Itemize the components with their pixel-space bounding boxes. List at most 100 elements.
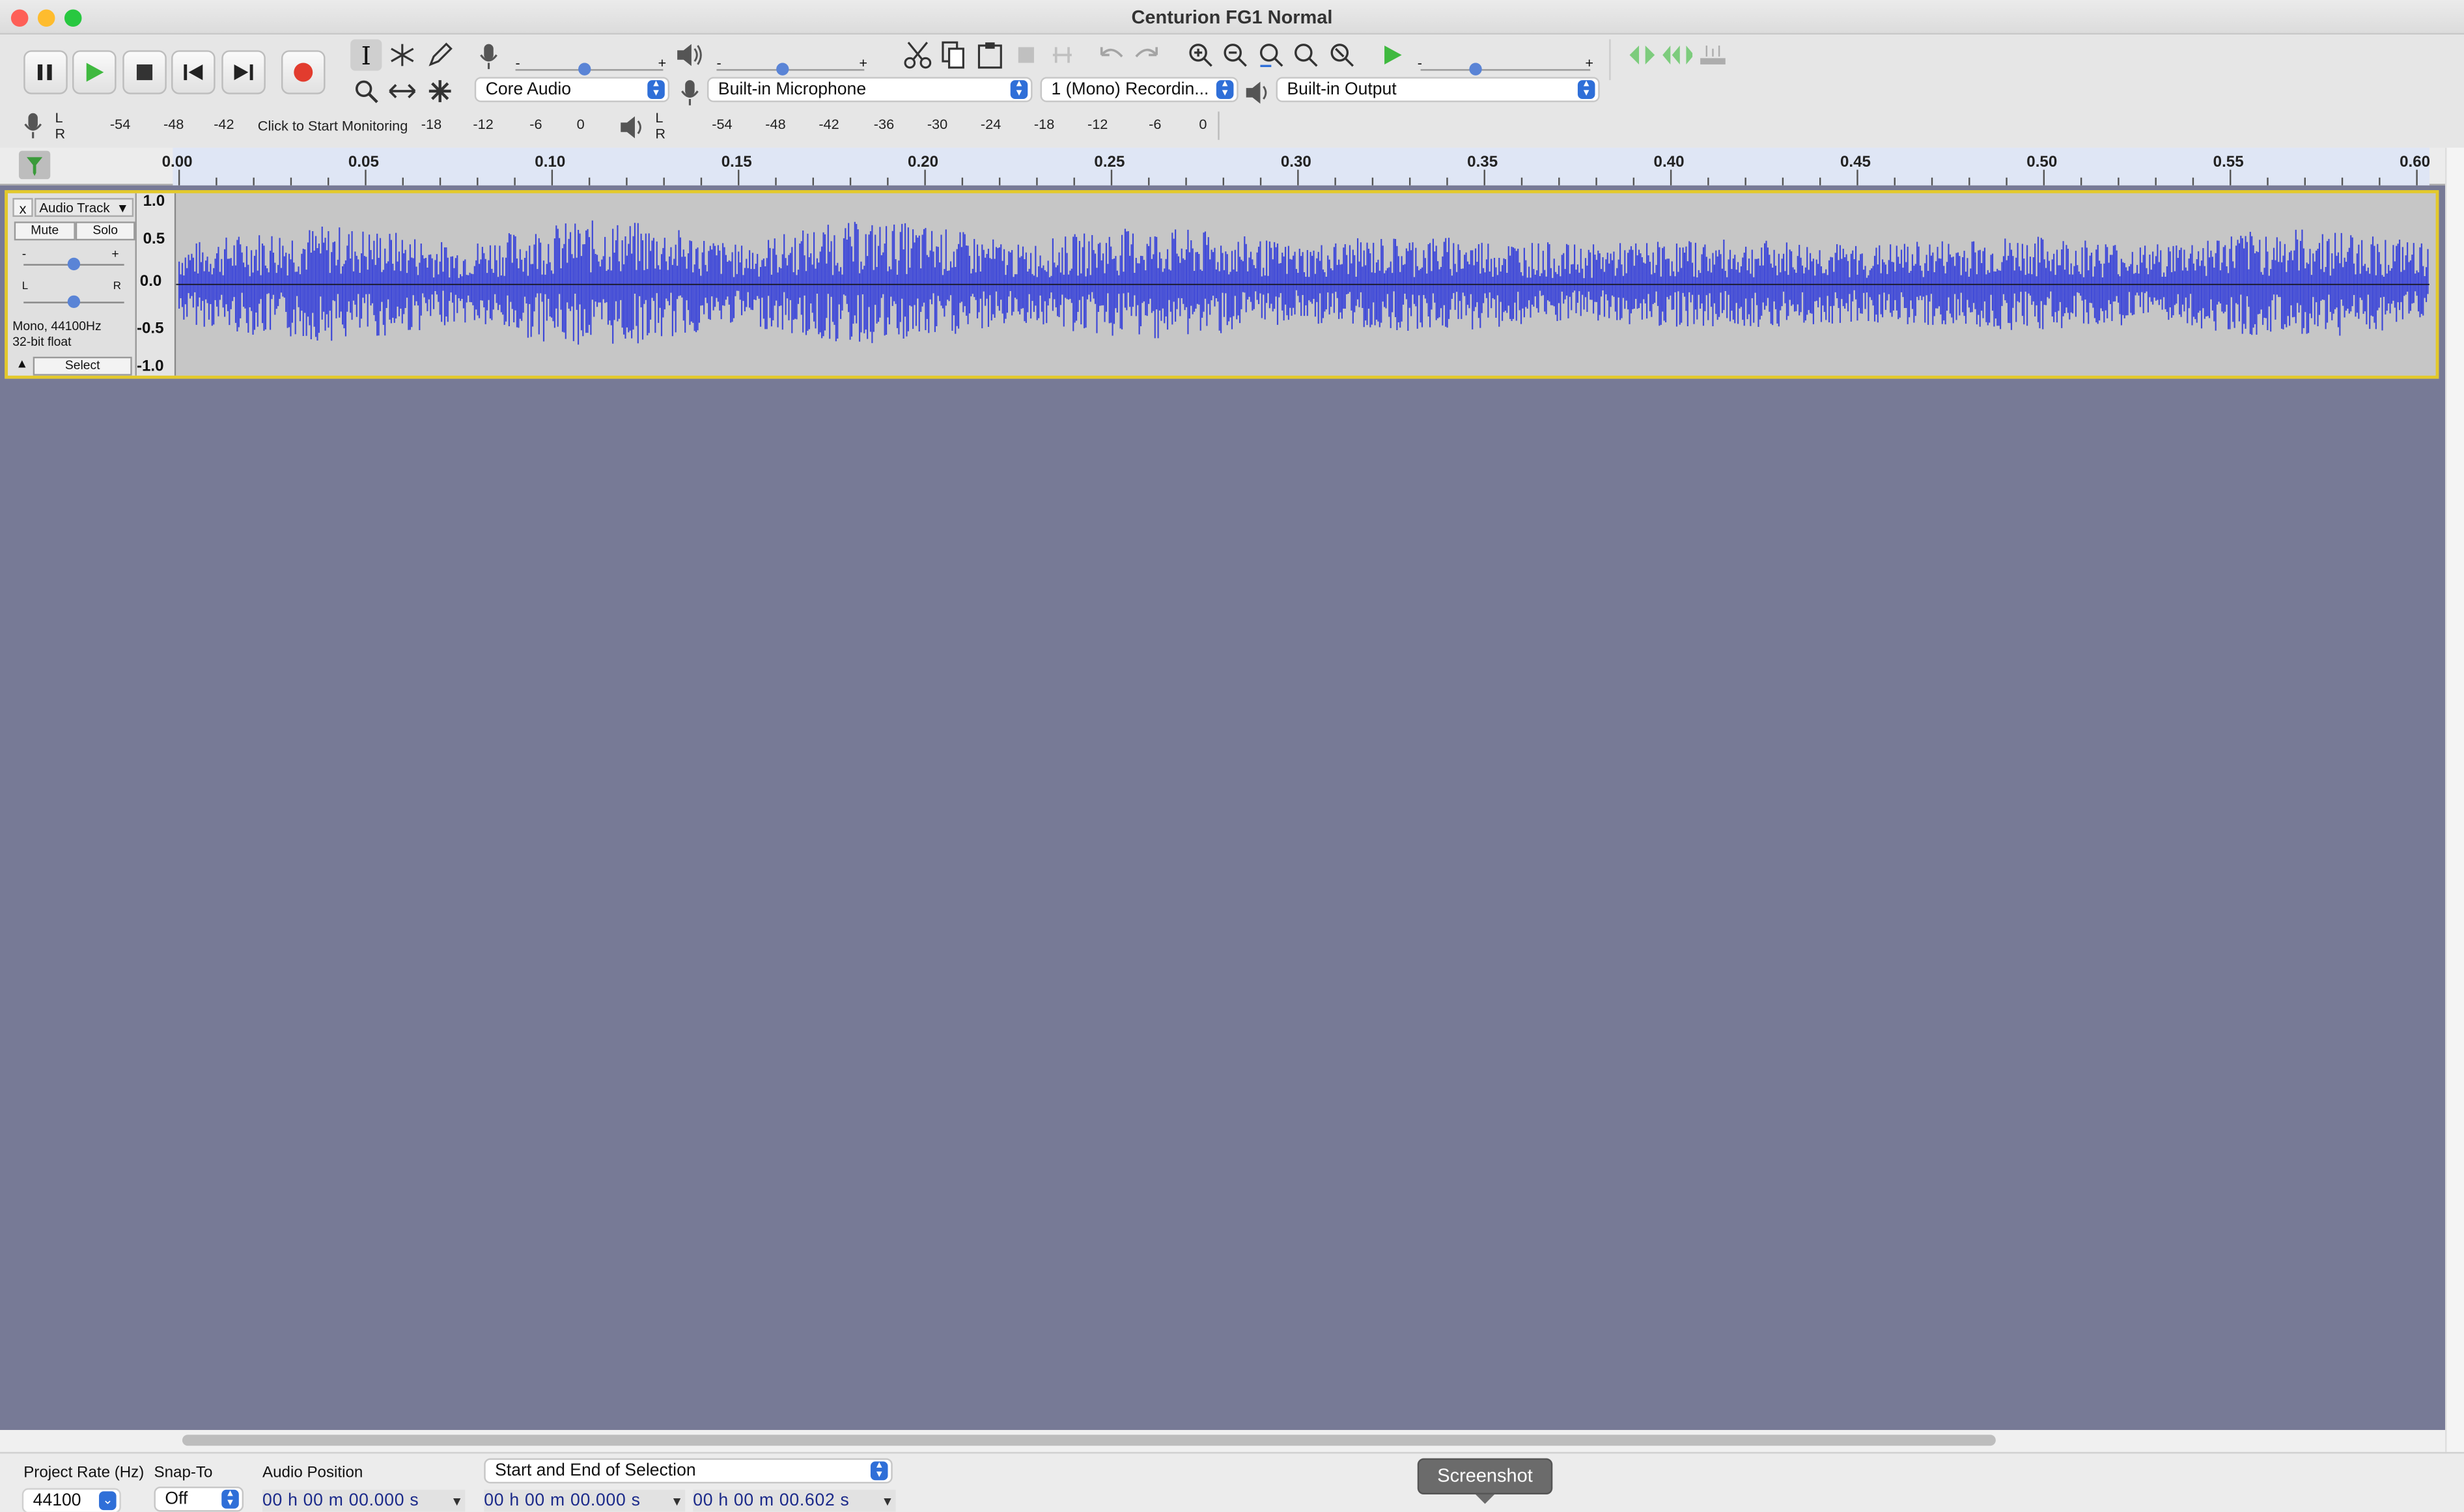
redo-button[interactable] xyxy=(1132,39,1163,70)
selection-start-value: 00 h 00 m 00.000 s xyxy=(484,1491,641,1511)
playback-meter-channels: LR xyxy=(655,109,666,142)
ruler-tick-label: 0.40 xyxy=(1653,154,1685,172)
skip-to-end-button[interactable] xyxy=(221,50,266,94)
mute-button[interactable]: Mute xyxy=(14,221,76,241)
zoom-window-button[interactable] xyxy=(64,9,82,27)
select-track-button[interactable]: Select xyxy=(33,356,132,376)
audio-host-select[interactable]: Core Audio ▴ ▾ xyxy=(474,77,670,102)
collapse-track-button[interactable]: ▲ xyxy=(12,357,31,374)
pin-playhead-button[interactable] xyxy=(18,150,51,180)
envelope-tool[interactable] xyxy=(387,39,418,70)
fit-selection-button[interactable] xyxy=(1255,39,1287,70)
waveform-view[interactable] xyxy=(176,193,2436,376)
speaker-icon xyxy=(1246,81,1267,104)
selection-end-field[interactable]: 00 h 00 m 00.602 s ▼ xyxy=(693,1489,896,1512)
zoom-out-icon xyxy=(1224,44,1247,67)
skip-to-start-button[interactable] xyxy=(171,50,216,94)
selection-tool[interactable]: I xyxy=(350,39,382,71)
record-button[interactable] xyxy=(281,50,326,94)
recording-device-value: Built-in Microphone xyxy=(718,80,867,100)
selection-start-field[interactable]: 00 h 00 m 00.000 s ▼ xyxy=(484,1489,686,1512)
record-meter-tick: -6 xyxy=(529,116,542,132)
selection-mode-select[interactable]: Start and End of Selection ▴ ▾ xyxy=(484,1458,893,1484)
selection-mode-value: Start and End of Selection xyxy=(495,1461,696,1481)
record-meter-tick: 0 xyxy=(576,116,585,132)
microphone-icon xyxy=(681,80,699,105)
playback-meter[interactable]: -54 -48 -42 -36 -30 -24 -18 -12 -6 0 xyxy=(666,111,1220,140)
pan-slider[interactable] xyxy=(23,294,124,309)
app-window: Centurion FG1 Normal I - + - + - + Core … xyxy=(0,0,2464,1512)
seek-button[interactable] xyxy=(1661,39,1693,70)
start-monitoring-text[interactable]: Click to Start Monitoring xyxy=(258,118,408,133)
undo-icon xyxy=(1100,47,1123,58)
cut-button[interactable] xyxy=(902,39,933,70)
close-window-button[interactable] xyxy=(10,9,29,27)
waveform xyxy=(176,220,2429,345)
copy-button[interactable] xyxy=(938,39,970,70)
recording-device-select[interactable]: Built-in Microphone ▴ ▾ xyxy=(707,77,1033,102)
play-button[interactable] xyxy=(72,50,117,94)
track-name-menu[interactable]: Audio Track ▼ xyxy=(35,198,134,217)
paste-button[interactable] xyxy=(974,39,1005,70)
audio-track[interactable]: x Audio Track ▼ Mute Solo - + L R Mono, … xyxy=(5,190,2439,379)
playback-meter-tick: -6 xyxy=(1149,116,1162,132)
stop-button[interactable] xyxy=(122,50,167,94)
playback-device-value: Built-in Output xyxy=(1287,80,1397,100)
zoom-in-button[interactable] xyxy=(1185,39,1216,70)
project-rate-value: 44100 xyxy=(33,1491,81,1511)
zoom-out-button[interactable] xyxy=(1220,39,1251,70)
audio-position-label: Audio Position xyxy=(262,1464,363,1482)
close-track-button[interactable]: x xyxy=(12,198,33,217)
audio-position-field[interactable]: 00 h 00 m 00.000 s ▼ xyxy=(262,1489,466,1512)
snap-to-select[interactable]: Off ▴ ▾ xyxy=(154,1486,244,1512)
zoom-toggle-icon xyxy=(1330,44,1354,67)
playback-device-select[interactable]: Built-in Output ▴ ▾ xyxy=(1276,77,1600,102)
playback-meter-tick: -48 xyxy=(765,116,786,132)
snap-to-value: Off xyxy=(165,1489,188,1509)
playback-meter-tick: -36 xyxy=(873,116,895,132)
tooltip-text: Screenshot xyxy=(1437,1464,1533,1487)
minimize-window-button[interactable] xyxy=(37,9,55,27)
gain-slider[interactable] xyxy=(23,256,124,272)
zoom-toggle-button[interactable] xyxy=(1326,39,1358,70)
record-meter[interactable]: -54 -48 -42 Click to Start Monitoring -1… xyxy=(66,111,594,139)
waveform-samples xyxy=(178,220,2429,345)
recording-channels-value: 1 (Mono) Recordin... xyxy=(1051,80,1209,100)
vertical-scrollbar[interactable] xyxy=(2445,147,2464,1452)
time-shift-tool[interactable] xyxy=(387,76,418,107)
zoom-tool[interactable] xyxy=(350,76,382,107)
undo-button[interactable] xyxy=(1095,39,1127,70)
fit-project-button[interactable] xyxy=(1290,39,1321,70)
horizontal-scroll-thumb[interactable] xyxy=(182,1435,1996,1446)
pencil-icon xyxy=(428,42,453,66)
multi-tool[interactable] xyxy=(425,76,456,107)
playback-meter-tick: -18 xyxy=(1033,116,1055,132)
playback-meter-icon[interactable] xyxy=(619,115,647,140)
play-at-speed-button[interactable] xyxy=(1377,39,1408,70)
close-icon: x xyxy=(19,201,27,217)
amplitude-scale[interactable]: 1.0 0.5 0.0 -0.5 -1.0 xyxy=(136,193,176,376)
pause-button[interactable] xyxy=(23,50,68,94)
record-meter-icon[interactable] xyxy=(22,111,44,139)
project-rate-label: Project Rate (Hz) xyxy=(23,1464,145,1482)
scrub-ruler-button[interactable] xyxy=(1697,39,1728,70)
scrub-button[interactable] xyxy=(1627,39,1658,70)
ruler-tick-label: 0.20 xyxy=(908,154,939,172)
selection-end-value: 00 h 00 m 00.602 s xyxy=(693,1491,850,1511)
draw-tool[interactable] xyxy=(425,39,456,70)
dropdown-arrow-icon: ▼ xyxy=(451,1494,464,1509)
select-label: Select xyxy=(64,358,100,372)
timeline-ruler[interactable]: 0.00 0.05 0.10 0.15 0.20 0.25 0.30 0.35 0.40 0.45… xyxy=(0,147,2464,186)
playback-meter-tick: -12 xyxy=(1087,116,1108,132)
trim-button[interactable] xyxy=(1011,39,1042,70)
silence-button[interactable] xyxy=(1046,39,1078,70)
ruler-tick-label: 0.15 xyxy=(721,154,752,172)
project-rate-combo[interactable]: 44100 ⌄ xyxy=(21,1488,121,1512)
horizontal-scrollbar[interactable] xyxy=(0,1430,2446,1452)
magnifier-icon xyxy=(356,80,378,104)
solo-button[interactable]: Solo xyxy=(75,221,135,241)
playback-meter-tick: -42 xyxy=(819,116,839,132)
recording-channels-select[interactable]: 1 (Mono) Recordin... ▴ ▾ xyxy=(1040,77,1239,102)
playback-meter-tick: -54 xyxy=(712,116,733,132)
tracks-panel[interactable]: x Audio Track ▼ Mute Solo - + L R Mono, … xyxy=(0,185,2446,1431)
